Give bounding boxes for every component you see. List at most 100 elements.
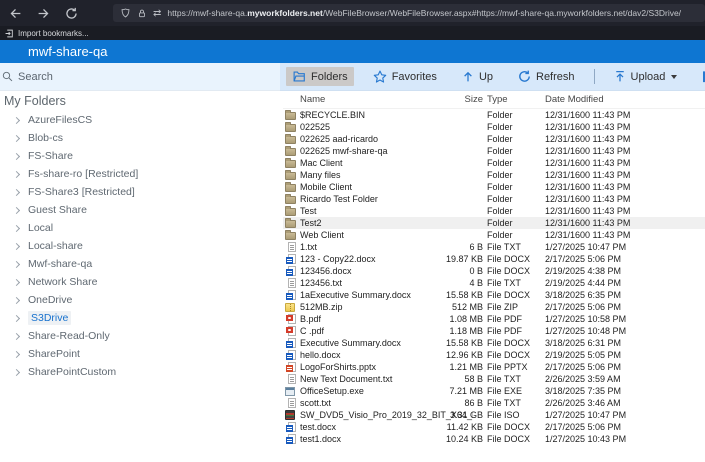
- file-type: File TXT: [487, 277, 543, 289]
- file-date-modified: 1/27/2025 10:47 PM: [545, 241, 626, 253]
- txt-file-icon: [288, 242, 296, 252]
- chevron-right-icon[interactable]: [13, 152, 20, 159]
- file-row[interactable]: test.docx11.42 KBFile DOCX2/17/2025 5:06…: [283, 421, 705, 433]
- back-button[interactable]: [8, 6, 22, 20]
- sidebar-item-onedrive[interactable]: OneDrive: [0, 291, 280, 309]
- sidebar-item-fs-share3-restricted-[interactable]: FS-Share3 [Restricted]: [0, 183, 280, 201]
- sidebar-item-sharepoint[interactable]: SharePoint: [0, 345, 280, 363]
- folder-icon: [285, 172, 296, 180]
- file-row[interactable]: Test2Folder12/31/1600 11:43 PM: [283, 217, 705, 229]
- chevron-right-icon[interactable]: [13, 188, 20, 195]
- file-row[interactable]: Executive Summary.docx15.58 KBFile DOCX3…: [283, 337, 705, 349]
- chevron-right-icon[interactable]: [13, 242, 20, 249]
- url-bar[interactable]: ⇄ https://mwf-share-qa.myworkfolders.net…: [113, 4, 705, 22]
- file-row[interactable]: SW_DVD5_Visio_Pro_2019_32_BIT_X64_Englis…: [283, 409, 705, 421]
- file-row[interactable]: Many filesFolder12/31/1600 11:43 PM: [283, 169, 705, 181]
- chevron-right-icon[interactable]: [13, 350, 20, 357]
- file-row[interactable]: 022625 aad-ricardoFolder12/31/1600 11:43…: [283, 133, 705, 145]
- chevron-down-icon: [671, 75, 677, 79]
- sidebar-item-azurefilescs[interactable]: AzureFilesCS: [0, 111, 280, 129]
- file-date-modified: 12/31/1600 11:43 PM: [545, 157, 630, 169]
- app-window: ⇄ https://mwf-share-qa.myworkfolders.net…: [0, 0, 705, 462]
- file-row[interactable]: 1aExecutive Summary.docx15.58 KBFile DOC…: [283, 289, 705, 301]
- file-date-modified: 12/31/1600 11:43 PM: [545, 181, 630, 193]
- file-row[interactable]: hello.docx12.96 KBFile DOCX2/19/2025 5:0…: [283, 349, 705, 361]
- file-date-modified: 3/18/2025 7:35 PM: [545, 385, 621, 397]
- file-row[interactable]: OfficeSetup.exe7.21 MBFile EXE3/18/2025 …: [283, 385, 705, 397]
- docx-file-icon: [288, 350, 296, 360]
- chevron-right-icon[interactable]: [13, 134, 20, 141]
- file-row[interactable]: LogoForShirts.pptx1.21 MBFile PPTX2/17/2…: [283, 361, 705, 373]
- file-row[interactable]: 123456.txt4 BFile TXT2/19/2025 4:44 PM: [283, 277, 705, 289]
- file-row[interactable]: 512MB.zip512 MBFile ZIP2/17/2025 5:06 PM: [283, 301, 705, 313]
- file-row[interactable]: Ricardo Test FolderFolder12/31/1600 11:4…: [283, 193, 705, 205]
- sidebar-item-fs-share-ro-restricted-[interactable]: Fs-share-ro [Restricted]: [0, 165, 280, 183]
- sidebar-item-local-share[interactable]: Local-share: [0, 237, 280, 255]
- sidebar-item-label: FS-Share3 [Restricted]: [28, 186, 135, 198]
- file-row[interactable]: test1.docx10.24 KBFile DOCX1/27/2025 10:…: [283, 433, 705, 445]
- chevron-right-icon[interactable]: [13, 314, 20, 321]
- sidebar-item-share-read-only[interactable]: Share-Read-Only: [0, 327, 280, 345]
- chevron-right-icon[interactable]: [13, 332, 20, 339]
- chevron-right-icon[interactable]: [13, 206, 20, 213]
- chevron-right-icon[interactable]: [13, 368, 20, 375]
- lock-icon[interactable]: [137, 8, 147, 19]
- sidebar-item-fs-share[interactable]: FS-Share: [0, 147, 280, 165]
- sidebar-item-local[interactable]: Local: [0, 219, 280, 237]
- refresh-label: Refresh: [536, 71, 575, 83]
- file-row[interactable]: 022625 mwf-share-qaFolder12/31/1600 11:4…: [283, 145, 705, 157]
- file-row[interactable]: Mac ClientFolder12/31/1600 11:43 PM: [283, 157, 705, 169]
- shield-icon[interactable]: [120, 8, 131, 19]
- chevron-right-icon[interactable]: [13, 224, 20, 231]
- file-row[interactable]: Web ClientFolder12/31/1600 11:43 PM: [283, 229, 705, 241]
- back-arrow-icon: [9, 7, 22, 20]
- search-input[interactable]: Search: [0, 63, 280, 91]
- forward-button[interactable]: [36, 6, 50, 20]
- chevron-right-icon[interactable]: [13, 260, 20, 267]
- file-row[interactable]: B.pdf1.08 MBFile PDF1/27/2025 10:58 PM: [283, 313, 705, 325]
- forward-arrow-icon: [37, 7, 50, 20]
- chevron-right-icon[interactable]: [13, 296, 20, 303]
- folders-button[interactable]: Folders: [286, 67, 354, 86]
- sidebar-item-blob-cs[interactable]: Blob-cs: [0, 129, 280, 147]
- file-row[interactable]: 022525Folder12/31/1600 11:43 PM: [283, 121, 705, 133]
- chevron-right-icon[interactable]: [13, 278, 20, 285]
- file-date-modified: 3/18/2025 6:35 PM: [545, 289, 621, 301]
- sidebar-item-s3drive[interactable]: S3Drive: [0, 309, 280, 327]
- chevron-right-icon[interactable]: [13, 116, 20, 123]
- column-header-date-modified[interactable]: Date Modified: [545, 91, 604, 108]
- favorites-button[interactable]: Favorites: [367, 67, 443, 86]
- file-row[interactable]: $RECYCLE.BINFolder12/31/1600 11:43 PM: [283, 109, 705, 121]
- txt-file-icon: [288, 398, 296, 408]
- url-text: https://mwf-share-qa.myworkfolders.net/W…: [167, 8, 681, 18]
- file-row[interactable]: Mobile ClientFolder12/31/1600 11:43 PM: [283, 181, 705, 193]
- upload-button[interactable]: Upload: [608, 67, 684, 86]
- import-bookmarks-button[interactable]: Import bookmarks...: [5, 29, 89, 38]
- refresh-button[interactable]: Refresh: [512, 67, 581, 86]
- sidebar-item-label: Local: [28, 222, 53, 234]
- column-header-type[interactable]: Type: [487, 91, 543, 108]
- chevron-right-icon[interactable]: [13, 170, 20, 177]
- sidebar-item-guest-share[interactable]: Guest Share: [0, 201, 280, 219]
- file-row[interactable]: scott.txt86 BFile TXT2/26/2025 3:46 AM: [283, 397, 705, 409]
- tab-switch-icon[interactable]: ⇄: [153, 8, 161, 19]
- sidebar-item-mwf-share-qa[interactable]: Mwf-share-qa: [0, 255, 280, 273]
- sidebar-item-sharepointcustom[interactable]: SharePointCustom: [0, 363, 280, 381]
- file-row[interactable]: 123 - Copy22.docx19.87 KBFile DOCX2/17/2…: [283, 253, 705, 265]
- sidebar-item-label: Fs-share-ro [Restricted]: [28, 168, 138, 180]
- up-button[interactable]: Up: [456, 67, 499, 86]
- file-row[interactable]: TestFolder12/31/1600 11:43 PM: [283, 205, 705, 217]
- column-header-size[interactable]: Size: [403, 91, 483, 108]
- file-date-modified: 2/17/2025 5:06 PM: [545, 361, 621, 373]
- file-row[interactable]: New Text Document.txt58 BFile TXT2/26/20…: [283, 373, 705, 385]
- file-row[interactable]: C .pdf1.18 MBFile PDF1/27/2025 10:48 PM: [283, 325, 705, 337]
- reload-button[interactable]: [64, 6, 78, 20]
- pdf-file-icon: [288, 326, 296, 336]
- file-type: File DOCX: [487, 349, 543, 361]
- file-row[interactable]: 1.txt6 BFile TXT1/27/2025 10:47 PM: [283, 241, 705, 253]
- folder-icon: [285, 136, 296, 144]
- sidebar-item-network-share[interactable]: Network Share: [0, 273, 280, 291]
- file-row[interactable]: 123456.docx0 BFile DOCX2/19/2025 4:38 PM: [283, 265, 705, 277]
- app-header: mwf-share-qa: [0, 40, 705, 63]
- new-button[interactable]: New: [696, 67, 705, 86]
